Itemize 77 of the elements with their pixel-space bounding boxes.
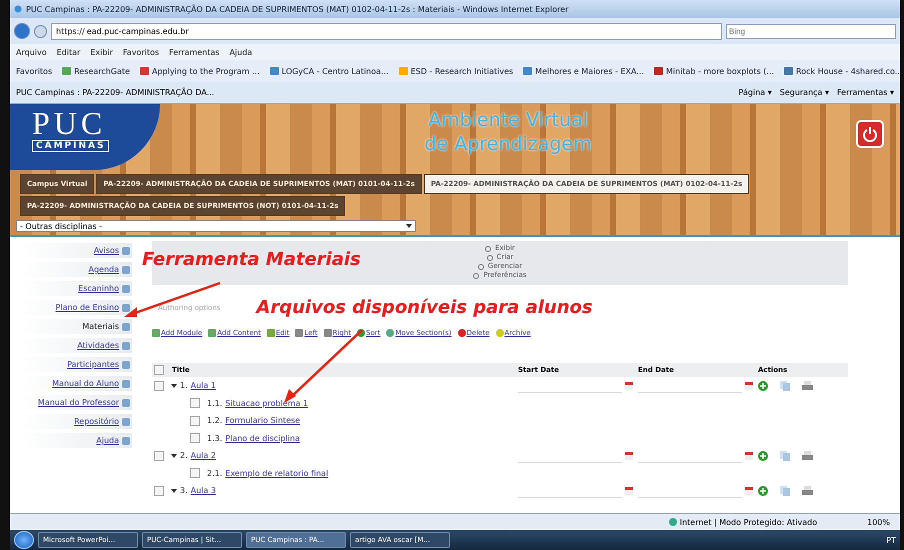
print-icon[interactable] [802, 486, 813, 496]
item-number: 1.3. [207, 434, 222, 443]
copy-icon[interactable] [780, 486, 790, 496]
favorite-link[interactable]: Melhores e Maiores - EXA... [523, 66, 644, 76]
forward-button[interactable] [34, 24, 47, 38]
command-menu[interactable]: Página ▾ [738, 88, 772, 97]
item-number: 2.1. [207, 468, 222, 478]
favorite-link[interactable]: ESD - Research Initiatives [398, 66, 514, 76]
menu-item[interactable]: Ajuda [229, 48, 252, 56]
window-title: PUC Campinas : PA-22209- ADMINISTRAÇÃO DA CADEIA DE SUPRIMENTOS (MAT) 0102-04-11-2s : Materiais - Windows Internet Explorer [26, 4, 568, 14]
site-title: de Aprendizagem [424, 132, 592, 156]
favorite-link[interactable]: ResearchGate [62, 66, 130, 76]
checkbox[interactable] [190, 468, 200, 478]
start-button[interactable] [14, 531, 34, 549]
language-indicator[interactable]: PT [886, 536, 896, 544]
calendar-icon[interactable] [745, 452, 753, 460]
checkbox[interactable] [154, 365, 164, 375]
command-menu[interactable]: Ferramentas ▾ [837, 88, 894, 97]
menu-item[interactable]: Editar [56, 48, 80, 56]
globe-icon [668, 518, 677, 526]
checkbox[interactable] [154, 450, 164, 461]
content-link[interactable]: Exemplo de relatorio final [225, 468, 328, 478]
power-icon [862, 126, 878, 142]
content-link[interactable]: Situacao problema 1 [225, 398, 308, 408]
copy-icon[interactable] [780, 380, 790, 391]
item-number: 3. [180, 486, 188, 496]
menu-item[interactable]: Ferramentas [169, 48, 220, 56]
caret-icon[interactable] [171, 488, 177, 493]
back-button[interactable] [14, 23, 30, 39]
checkbox[interactable] [154, 486, 164, 496]
favorite-link[interactable]: LOGyCA - Centro Latinoa... [270, 66, 389, 76]
site-title: Ambiente Virtual [428, 108, 588, 132]
search-field[interactable]: Bing [726, 24, 896, 38]
power-button[interactable] [856, 120, 884, 148]
add-icon[interactable] [758, 380, 768, 391]
favorite-link[interactable]: Minitab - more boxplots (... [654, 66, 774, 76]
browser-tab[interactable]: PUC Campinas : PA-22209- ADMINISTRAÇÃO DA... [16, 88, 731, 97]
item-number: 1.1. [207, 398, 222, 408]
print-icon[interactable] [802, 450, 813, 461]
annotation-label: Arquivos disponíveis para alunos [256, 297, 593, 319]
checkbox[interactable] [190, 416, 200, 426]
checkbox[interactable] [154, 380, 164, 391]
calendar-icon[interactable] [625, 382, 633, 390]
checkbox[interactable] [190, 433, 200, 444]
address-field[interactable]: https:// ead.puc-campinas.edu.br [51, 22, 722, 40]
module-link[interactable]: Aula 2 [190, 451, 216, 460]
checkbox[interactable] [190, 398, 200, 408]
copy-icon[interactable] [780, 450, 790, 461]
module-link[interactable]: Aula 3 [190, 486, 216, 496]
item-number: 1. [180, 381, 188, 390]
add-icon[interactable] [758, 450, 768, 461]
browser-icon [14, 5, 22, 13]
favorite-link[interactable]: Applying to the Program ... [140, 66, 260, 76]
status-text: Internet | Modo Protegido: Ativado [668, 518, 818, 526]
content-link[interactable]: Formulario Sintese [225, 416, 300, 426]
item-number: 1.2. [207, 416, 222, 426]
command-menu[interactable]: Segurança ▾ [780, 88, 830, 97]
module-link[interactable]: Aula 1 [190, 381, 216, 390]
zoom-level[interactable]: 100% [867, 518, 890, 526]
menu-item[interactable]: Exibir [90, 48, 113, 56]
menu-item[interactable]: Arquivo [16, 48, 47, 56]
content-link[interactable]: Plano de disciplina [225, 434, 300, 443]
caret-icon[interactable] [171, 454, 177, 458]
annotation-label: Ferramenta Materiais [142, 249, 361, 271]
add-icon[interactable] [758, 486, 768, 496]
calendar-icon[interactable] [745, 382, 753, 390]
course-dropdown[interactable]: - Outras disciplinas - [16, 220, 416, 232]
calendar-icon[interactable] [625, 486, 633, 495]
favorite-link[interactable]: Rock House - 4shared.co... [784, 66, 900, 76]
calendar-icon[interactable] [745, 486, 753, 495]
calendar-icon[interactable] [625, 452, 633, 460]
menu-item[interactable]: Favoritos [122, 48, 160, 56]
caret-icon[interactable] [171, 384, 177, 388]
logo: PUC CAMPINAS [10, 104, 160, 170]
print-icon[interactable] [802, 380, 813, 391]
favorites-button[interactable]: Favoritos [16, 66, 52, 76]
item-number: 2. [180, 451, 188, 460]
